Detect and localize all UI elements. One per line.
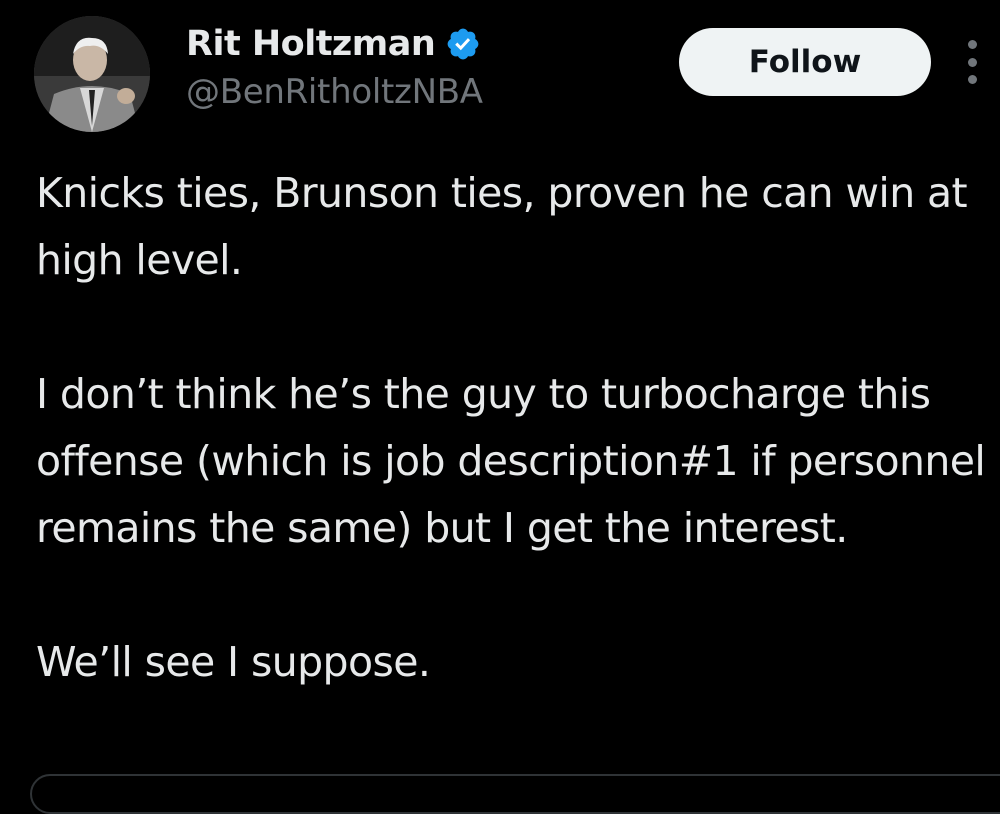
more-dot [967,75,977,84]
more-dot [967,40,977,49]
tweet-card: Rit Holtzman @BenRitholtzNBA Follow Knic… [0,0,1000,814]
verified-badge-icon[interactable] [445,26,481,62]
tweet-paragraph: Knicks ties, Brunson ties, proven he can… [36,169,968,284]
tweet-paragraph: I don’t think he’s the guy to turbocharg… [36,370,986,552]
tweet-text: Knicks ties, Brunson ties, proven he can… [36,160,986,696]
more-options-icon[interactable] [960,40,984,84]
more-dot [967,57,977,67]
embedded-card-edge[interactable] [30,774,1000,814]
follow-button[interactable]: Follow [679,28,931,96]
author-avatar[interactable] [34,16,150,132]
tweet-paragraph: We’ll see I suppose. [36,638,431,686]
author-handle[interactable]: @BenRitholtzNBA [186,72,483,112]
author-display-name[interactable]: Rit Holtzman [186,24,436,64]
avatar-photo-icon [34,16,150,132]
author-name-row: Rit Holtzman [186,20,481,68]
